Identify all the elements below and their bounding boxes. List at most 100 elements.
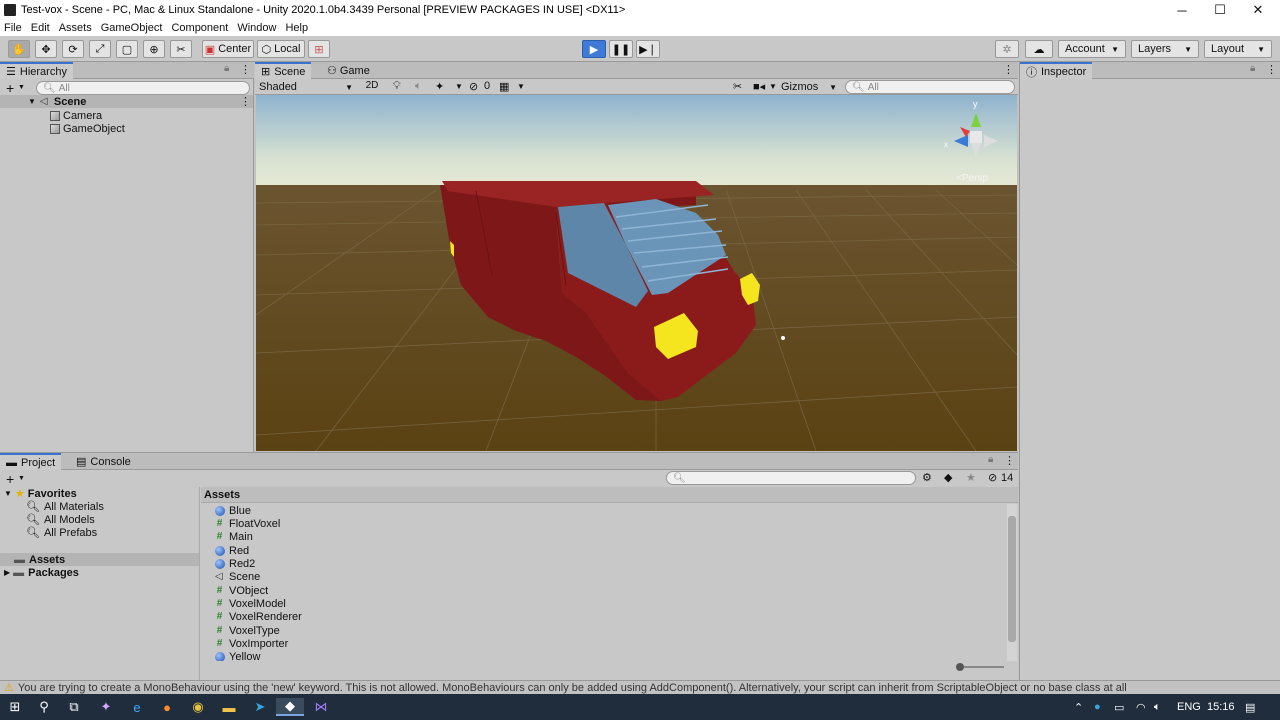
wifi-icon[interactable]: ◠ [1136, 694, 1146, 720]
move-tool-button[interactable]: ✥ [35, 40, 57, 58]
tools-icon[interactable]: ✂ [733, 80, 742, 93]
hierarchy-search-input[interactable]: 🔍︎ All [36, 81, 250, 95]
minimize-button[interactable]: ─ [1162, 0, 1202, 20]
close-button[interactable]: ✕ [1238, 0, 1278, 20]
menu-help[interactable]: Help [281, 22, 312, 34]
gizmos-dropdown[interactable]: Gizmos ▼ [781, 80, 837, 94]
favorite-all-prefabs[interactable]: 🔍︎ All Prefabs [26, 526, 97, 540]
tab-scene[interactable]: ⊞ Scene [255, 62, 312, 79]
list-item[interactable]: # VoxImporter [215, 637, 289, 650]
grid-toggle-icon[interactable]: ▦ [499, 80, 509, 93]
tab-console[interactable]: ▤ Console [70, 453, 137, 470]
task-view-icon[interactable]: ⧉ [65, 698, 83, 716]
pivot-center-button[interactable]: ▣ Center [202, 40, 254, 58]
scene-search-input[interactable]: 🔍︎ All [845, 80, 1015, 94]
menu-edit[interactable]: Edit [27, 22, 54, 34]
scrollbar-thumb[interactable] [1008, 516, 1016, 642]
toggle-2d-button[interactable]: 2D [361, 80, 383, 94]
chevron-down-icon[interactable]: ▼ [517, 82, 525, 91]
tray-battery-icon[interactable]: ▭ [1114, 694, 1124, 720]
play-button[interactable]: ▶ [582, 40, 606, 58]
app-icon[interactable]: ✦ [97, 698, 115, 716]
chevron-down-icon[interactable]: ▼ [769, 82, 777, 91]
list-item[interactable]: # VoxelModel [215, 597, 286, 610]
favorite-all-materials[interactable]: 🔍︎ All Materials [26, 500, 104, 514]
scene-viewport[interactable]: y x <Persp [256, 95, 1017, 451]
lock-icon[interactable]: 🔒︎ [224, 63, 229, 74]
slider-handle[interactable] [956, 663, 964, 671]
file-explorer-icon[interactable]: ▬ [220, 698, 238, 716]
custom-tool-button[interactable]: ✂ [170, 40, 192, 58]
project-search-input[interactable]: 🔍︎ [666, 471, 916, 485]
tray-telegram-icon[interactable]: ● [1094, 694, 1101, 720]
tree-assets-folder[interactable]: ▬ Assets [14, 553, 65, 566]
chevron-down-icon[interactable]: ▼ [455, 82, 463, 91]
effects-toggle-icon[interactable]: ✦ [435, 80, 444, 93]
lighting-toggle-icon[interactable]: 💡︎ [393, 80, 401, 93]
edge-browser-icon[interactable]: e [128, 698, 146, 716]
unity-taskbar-icon[interactable]: ◆ [276, 698, 304, 716]
step-button[interactable]: ▶❘ [636, 40, 660, 58]
favorites-item[interactable]: ▼ ★ Favorites [4, 487, 77, 501]
tab-hierarchy[interactable]: ☰ Hierarchy [0, 62, 73, 79]
list-item[interactable]: # FloatVoxel [215, 517, 281, 530]
list-item[interactable]: # Main [215, 530, 253, 543]
search-icon[interactable]: ⚲ [35, 698, 53, 716]
cloud-button[interactable]: ☁ [1025, 40, 1053, 58]
more-options-icon[interactable]: ⋮ [1004, 454, 1015, 467]
more-options-icon[interactable]: ⋮ [1266, 63, 1277, 76]
telegram-icon[interactable]: ➤ [251, 698, 269, 716]
notifications-icon[interactable]: ▤ [1245, 694, 1255, 720]
list-item[interactable]: # VoxelType [215, 624, 280, 637]
collab-button[interactable]: ✲ [995, 40, 1019, 58]
tree-packages-folder[interactable]: ▶ ▬ Packages [4, 566, 79, 579]
maximize-button[interactable]: ☐ [1200, 0, 1240, 20]
perspective-label[interactable]: <Persp [956, 173, 988, 184]
icon-size-slider[interactable] [956, 663, 1004, 671]
list-item[interactable]: ◁ Scene [215, 570, 260, 583]
pivot-space-button[interactable]: ⬡ Local [257, 40, 305, 58]
hierarchy-item-gameobject[interactable]: GameObject [50, 122, 125, 135]
language-indicator[interactable]: ENG [1177, 694, 1201, 720]
breadcrumb[interactable]: Assets [201, 487, 1018, 503]
transform-tool-button[interactable]: ⊕ [143, 40, 165, 58]
menu-component[interactable]: Component [167, 22, 232, 34]
favorite-all-models[interactable]: 🔍︎ All Models [26, 513, 95, 527]
rect-tool-button[interactable]: ▢ [116, 40, 138, 58]
scene-root-item[interactable]: ▼ ◁ Scene [28, 95, 86, 108]
account-dropdown[interactable]: Account ▼ [1058, 40, 1126, 58]
add-gameobject-button[interactable]: + [6, 80, 14, 96]
filter-label-icon[interactable]: ◆ [944, 471, 952, 484]
clock[interactable]: 15:16 [1207, 694, 1235, 720]
rotate-tool-button[interactable]: ⟳ [62, 40, 84, 58]
list-item[interactable]: Blue [215, 504, 251, 517]
more-options-icon[interactable]: ⋮ [1003, 63, 1014, 76]
windows-start-icon[interactable]: ⊞ [6, 698, 24, 716]
visual-studio-icon[interactable]: ⋈ [312, 698, 330, 716]
snap-button[interactable]: ⊞ [308, 40, 330, 58]
chevron-down-icon[interactable]: ▼ [18, 475, 25, 482]
layout-dropdown[interactable]: Layout ▼ [1204, 40, 1272, 58]
filter-type-icon[interactable]: ⚙ [922, 471, 932, 484]
layers-dropdown[interactable]: Layers ▼ [1131, 40, 1199, 58]
menu-assets[interactable]: Assets [55, 22, 96, 34]
tab-project[interactable]: ▬ Project [0, 453, 62, 470]
list-item[interactable]: Red2 [215, 557, 255, 570]
scene-options-icon[interactable]: ⋮ [240, 95, 251, 108]
tab-inspector[interactable]: ⓘ Inspector [1020, 62, 1093, 79]
tab-game[interactable]: ⚇ Game [321, 62, 376, 79]
list-item[interactable]: # VObject [215, 584, 268, 597]
status-bar[interactable]: ⚠ You are trying to create a MonoBehavio… [0, 680, 1280, 694]
chrome-icon[interactable]: ◉ [189, 698, 207, 716]
list-item[interactable]: Red [215, 544, 249, 557]
tray-overflow-icon[interactable]: ⌃ [1074, 694, 1083, 720]
hierarchy-item-camera[interactable]: Camera [50, 109, 102, 122]
scale-tool-button[interactable]: ⤢ [89, 40, 111, 58]
firefox-icon[interactable]: ● [158, 698, 176, 716]
shading-mode-dropdown[interactable]: Shaded ▼ [257, 80, 355, 94]
lock-icon[interactable]: 🔒︎ [988, 454, 993, 465]
asset-list-scrollbar[interactable] [1007, 504, 1017, 661]
hidden-objects-icon[interactable]: ⊘ [469, 80, 478, 93]
list-item[interactable]: # VoxelRenderer [215, 610, 302, 623]
menu-window[interactable]: Window [233, 22, 280, 34]
